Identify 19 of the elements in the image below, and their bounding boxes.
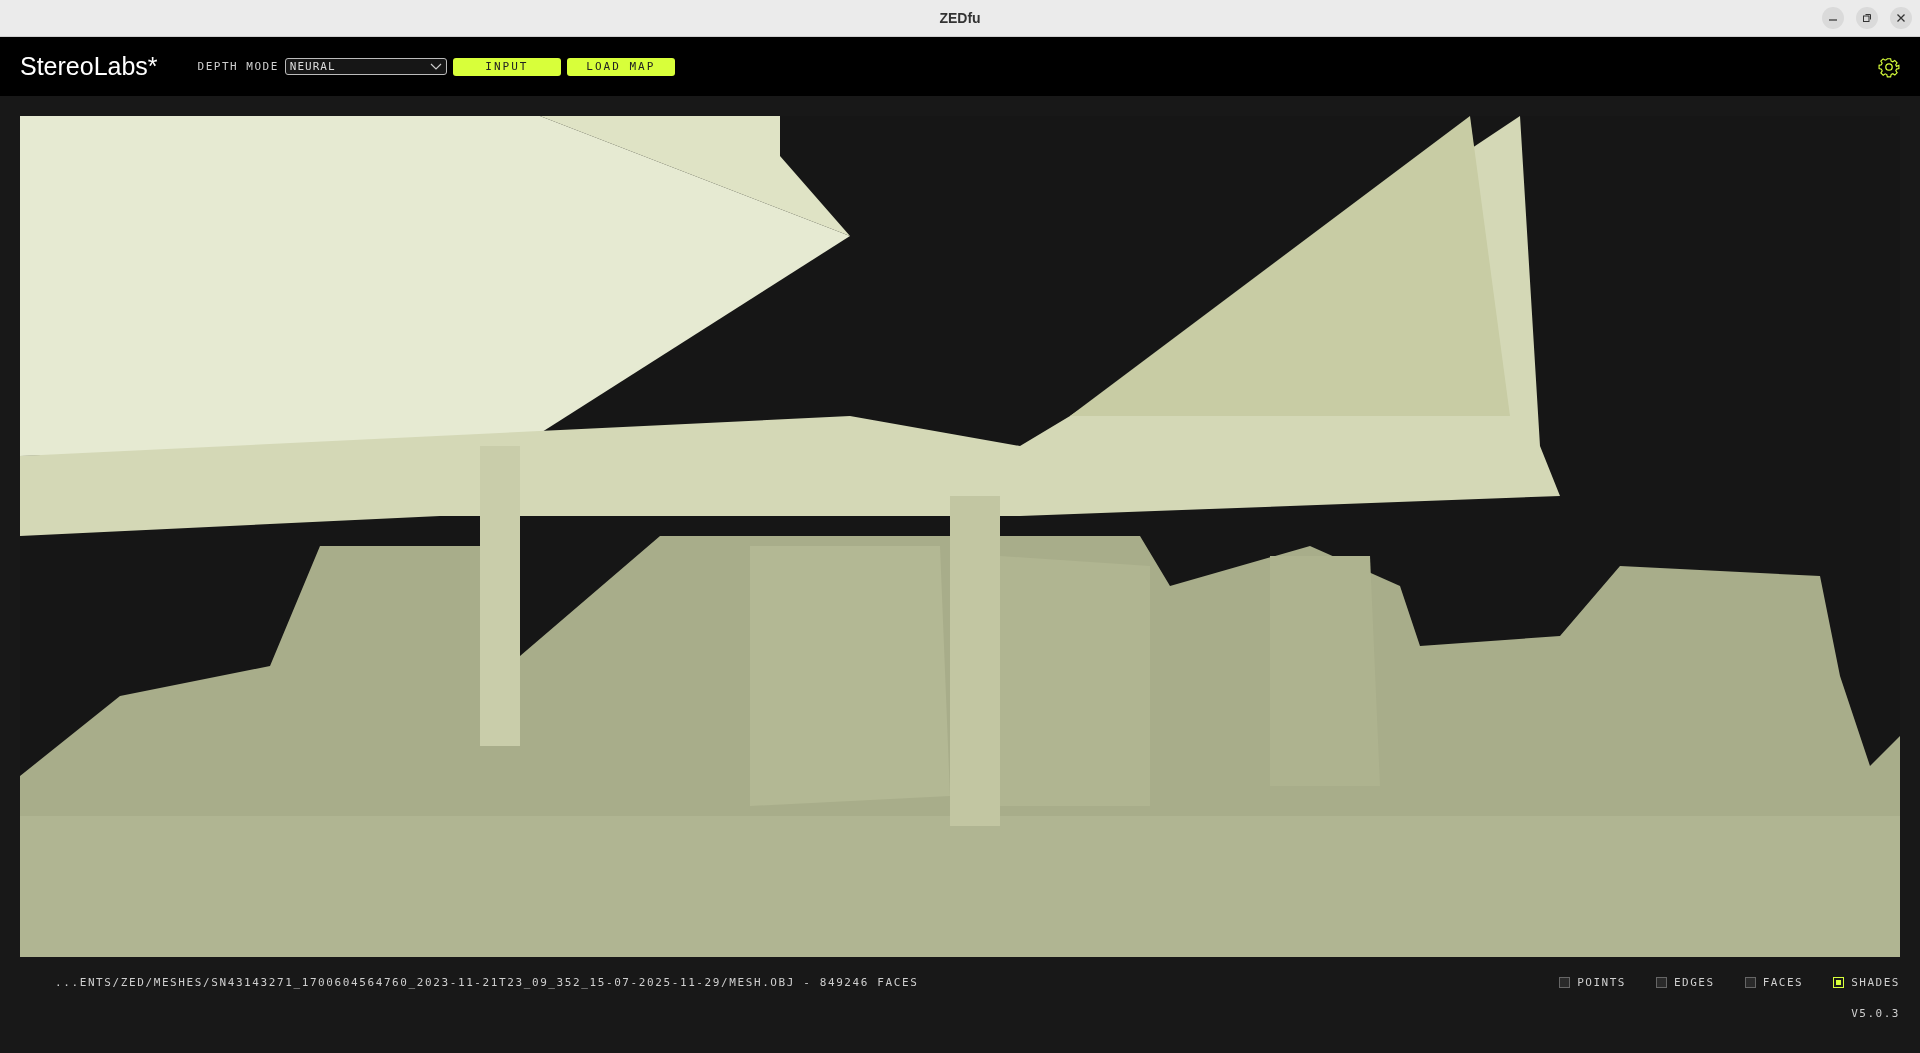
view-option-checkbox[interactable]: POINTS xyxy=(1559,975,1626,989)
close-icon xyxy=(1896,13,1906,23)
mesh-file-path: ...ENTS/ZED/MESHES/SN43143271_1700604564760_2023-11-21T23_09_352_15-07-2025-11-29/MESH.OBJ - 849246 FACES xyxy=(55,975,920,989)
view-option-checkbox[interactable]: FACES xyxy=(1744,975,1804,989)
restore-button[interactable] xyxy=(1856,7,1878,29)
depth-mode-dropdown[interactable]: NEURAL xyxy=(284,58,447,75)
logo: StereoLabs* xyxy=(20,52,158,81)
chevron-icon xyxy=(429,62,442,71)
close-button[interactable] xyxy=(1890,7,1912,29)
depth-mode-label: DEPTH MODE xyxy=(197,60,279,73)
view-option-checkbox[interactable]: EDGES xyxy=(1656,975,1715,989)
header-button[interactable]: INPUT xyxy=(452,57,561,76)
settings-icon[interactable] xyxy=(1878,55,1900,78)
version-label: V5.0.3 xyxy=(1851,1007,1900,1020)
restore-icon xyxy=(1862,13,1872,23)
header-button[interactable]: LOAD MAP xyxy=(566,57,675,76)
view-option-checkbox[interactable]: SHADES xyxy=(1833,975,1900,989)
minimize-button[interactable] xyxy=(1822,7,1844,29)
window-title: ZEDfu xyxy=(939,10,981,26)
